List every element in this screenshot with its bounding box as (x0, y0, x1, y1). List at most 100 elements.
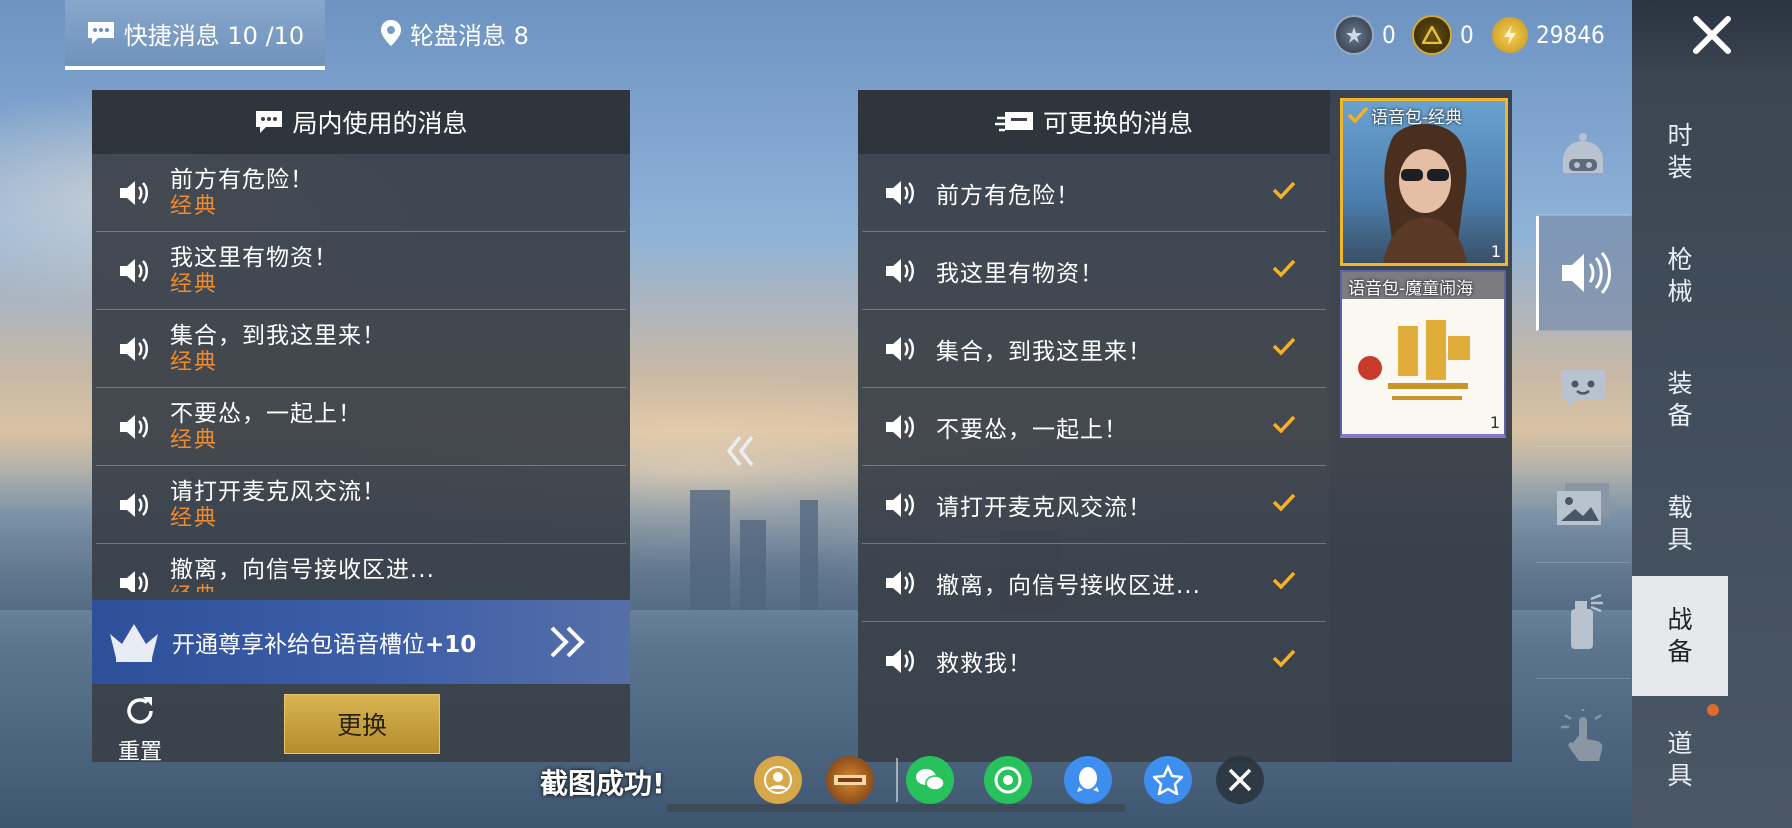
speaker-icon (886, 259, 914, 283)
in-game-messages-panel: 局内使用的消息 前方有危险！ 经典 我这里有物资！ 经典 集合，到我这里来！ 经典 不… (92, 90, 630, 765)
tab-quick-messages[interactable]: 快捷消息 10 /10 (65, 0, 325, 70)
share-close-button[interactable] (1216, 756, 1264, 804)
checkmark-icon (1272, 649, 1296, 668)
home-indicator (666, 804, 1126, 812)
message-row[interactable]: 集合，到我这里来！ 经典 (96, 310, 626, 388)
right-panel-title: 可更换的消息 (858, 90, 1330, 154)
spray-can-icon (1571, 593, 1603, 649)
moments-icon (994, 766, 1022, 794)
message-row[interactable]: 集合，到我这里来！ (862, 310, 1326, 388)
message-row[interactable]: 撤离，向信号接收区进... (862, 544, 1326, 622)
speaker-icon (120, 259, 148, 283)
gallery-category[interactable] (1536, 448, 1630, 563)
replaceable-messages-panel: 可更换的消息 前方有危险！ 我这里有物资！ 集合，到我这里来！ 不要怂，一起上！… (858, 90, 1330, 762)
message-row[interactable]: 救救我！ (862, 622, 1326, 699)
speaker-icon (886, 181, 914, 205)
message-row[interactable]: 前方有危险！ (862, 154, 1326, 232)
share-qzone-button[interactable] (1144, 756, 1192, 804)
left-panel-title: 局内使用的消息 (92, 90, 630, 154)
chat-bubble-icon (87, 22, 114, 44)
game-logo-icon (834, 775, 866, 785)
tab-tactical[interactable]: 战 备 (1632, 576, 1728, 696)
robot-helmet-icon (1563, 133, 1603, 173)
checkmark-icon (1272, 337, 1296, 356)
emote-category[interactable] (1536, 332, 1630, 447)
in-game-message-list[interactable]: 前方有危险！ 经典 我这里有物资！ 经典 集合，到我这里来！ 经典 不要怂，一起上！经… (96, 154, 626, 592)
message-row[interactable]: 前方有危险！ 经典 (96, 154, 626, 232)
nezha-logo-icon (1358, 320, 1470, 400)
swap-button[interactable]: 更换 (284, 694, 440, 754)
premium-voice-slot-banner[interactable]: 开通尊享补给包语音槽位+10 (92, 600, 630, 684)
spray-category[interactable] (1536, 564, 1630, 679)
location-pin-icon (381, 20, 401, 46)
emote-bubble-icon (1561, 370, 1605, 408)
message-row[interactable]: 请打开麦克风交流！ (862, 466, 1326, 544)
move-left-arrow[interactable] (726, 432, 756, 478)
close-icon (1693, 16, 1731, 54)
message-row[interactable]: 不要怂，一起上！ (862, 388, 1326, 466)
speaker-icon (886, 493, 914, 517)
avatar-share-icon (764, 766, 792, 794)
tab-equipment[interactable]: 装 备 (1632, 340, 1728, 460)
speaker-icon (886, 415, 914, 439)
tab-quick-label: 快捷消息 10 /10 (123, 21, 305, 50)
speaker-icon (1562, 251, 1611, 295)
medal-icon (1334, 15, 1374, 55)
checkmark-icon (1272, 259, 1296, 278)
qzone-icon (1153, 765, 1183, 795)
voice-category[interactable] (1536, 216, 1633, 331)
checkmark-icon (1272, 415, 1296, 434)
qq-icon (1077, 767, 1099, 792)
replaceable-message-list[interactable]: 前方有危险！ 我这里有物资！ 集合，到我这里来！ 不要怂，一起上！ 请打开麦克风… (862, 154, 1326, 699)
share-avatar-button[interactable] (754, 756, 802, 804)
tab-items[interactable]: 道 具 (1632, 700, 1728, 820)
message-row[interactable]: 不要怂，一起上！ 经典 (96, 388, 626, 466)
currency-coin: 29846 (1492, 14, 1605, 56)
top-bar: 快捷消息 10 /10 轮盘消息 8 0 0 29846 (0, 0, 1632, 70)
tab-wheel-messages[interactable]: 轮盘消息 8 (380, 0, 560, 66)
tab-wheel-label: 轮盘消息 8 (410, 21, 529, 50)
speaker-icon (120, 337, 148, 361)
crown-icon (110, 624, 158, 662)
notification-dot (1707, 704, 1719, 716)
tab-weapons[interactable]: 枪 械 (1632, 216, 1728, 336)
refresh-icon (127, 697, 153, 724)
tab-vehicles[interactable]: 载 具 (1632, 464, 1728, 584)
speaker-icon (886, 337, 914, 361)
gesture-category[interactable] (1536, 680, 1630, 794)
speaker-icon (120, 571, 148, 592)
share-wechat-button[interactable] (906, 756, 954, 804)
voice-pack-nezha[interactable]: 语音包-魔童闹海 1 (1340, 270, 1506, 438)
tap-gesture-icon (1561, 709, 1603, 761)
message-swap-icon (994, 112, 1033, 132)
close-icon (1228, 768, 1252, 792)
speaker-icon (120, 415, 148, 439)
speaker-icon (120, 493, 148, 517)
speaker-icon (886, 649, 914, 673)
screenshot-toast: 截图成功! (540, 767, 665, 800)
message-row[interactable]: 我这里有物资！ 经典 (96, 232, 626, 310)
message-row[interactable]: 撤离，向信号接收区进...经典 (96, 544, 626, 592)
checkmark-icon (1272, 571, 1296, 590)
share-game-button[interactable] (826, 756, 874, 804)
helmet-category[interactable] (1536, 100, 1630, 215)
tab-fashion[interactable]: 时 装 (1632, 92, 1728, 212)
divider (896, 758, 898, 802)
reset-button[interactable]: 重置 (110, 694, 170, 765)
close-button[interactable] (1632, 0, 1792, 70)
checkmark-icon (1272, 181, 1296, 200)
double-chevron-right-icon (550, 626, 585, 658)
image-gallery-icon (1557, 483, 1609, 525)
currency-medal: 0 (1334, 14, 1396, 56)
coin-icon (1492, 17, 1528, 53)
wechat-icon (916, 769, 945, 791)
share-qq-button[interactable] (1064, 756, 1112, 804)
chat-bubble-icon (256, 111, 283, 133)
voice-pack-column: 语音包-经典 1 语音包-魔童闹海 1 (1330, 90, 1512, 762)
message-row[interactable]: 请打开麦克风交流！ 经典 (96, 466, 626, 544)
message-row[interactable]: 我这里有物资！ (862, 232, 1326, 310)
voice-pack-classic[interactable]: 语音包-经典 1 (1340, 98, 1508, 266)
double-chevron-left-icon (726, 435, 754, 467)
share-moments-button[interactable] (984, 756, 1032, 804)
speaker-icon (886, 571, 914, 595)
